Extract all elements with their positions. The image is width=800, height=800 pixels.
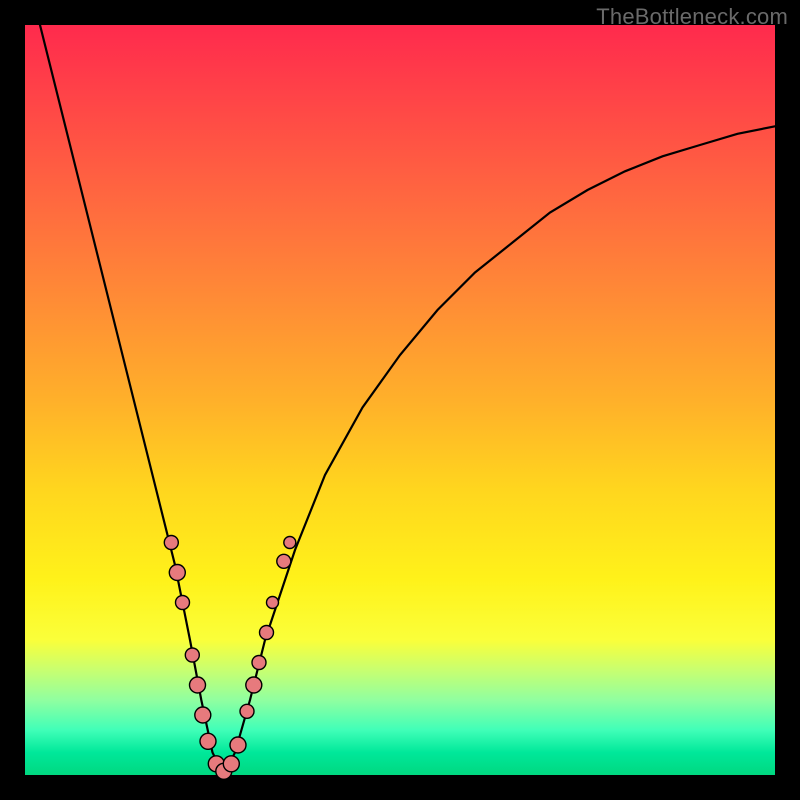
markers-group [164, 536, 295, 780]
marker-dot [246, 677, 262, 693]
marker-dot [176, 596, 190, 610]
marker-dot [200, 733, 216, 749]
marker-dot [223, 756, 239, 772]
marker-dot [260, 626, 274, 640]
marker-dot [230, 737, 246, 753]
marker-dot [240, 704, 254, 718]
marker-dot [195, 707, 211, 723]
marker-dot [267, 597, 279, 609]
marker-dot [284, 537, 296, 549]
marker-dot [190, 677, 206, 693]
marker-dot [252, 656, 266, 670]
marker-dot [164, 536, 178, 550]
plot-area [25, 25, 775, 775]
chart-frame: TheBottleneck.com [0, 0, 800, 800]
chart-svg [25, 25, 775, 775]
marker-dot [277, 554, 291, 568]
marker-dot [169, 565, 185, 581]
bottleneck-curve [40, 25, 775, 775]
marker-dot [185, 648, 199, 662]
